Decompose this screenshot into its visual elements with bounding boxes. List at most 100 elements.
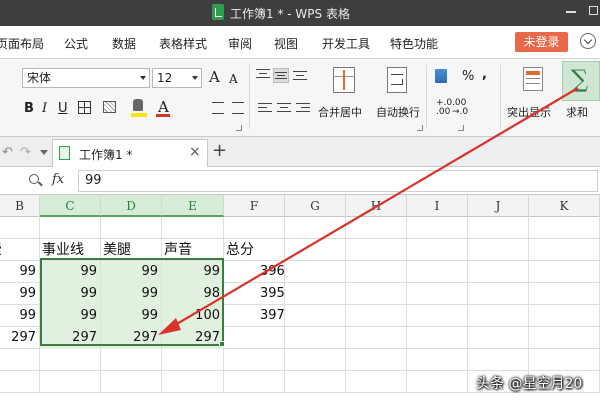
number-format-icon[interactable] [435,69,447,83]
cell[interactable]: 98 [162,283,224,305]
column-header-i[interactable]: I [407,195,468,217]
sum-label[interactable]: 求和 [566,104,588,120]
cell[interactable] [407,371,468,393]
cell[interactable] [529,283,600,305]
tab-list-chevron-icon[interactable] [40,150,48,155]
cell[interactable] [529,261,600,283]
font-dialog-launcher-icon[interactable] [236,125,242,131]
conditional-format-icon[interactable] [523,67,543,91]
menu-data[interactable]: 数据 [112,35,136,52]
insert-function-icon[interactable]: fx [52,172,64,187]
decrease-decimal-button[interactable]: .00 →.0 [452,99,468,117]
cell[interactable] [529,305,600,327]
cell[interactable] [285,349,346,371]
cell[interactable] [285,239,346,261]
cell[interactable] [468,217,529,239]
cell[interactable]: 99 [40,261,101,283]
indent-icon[interactable] [212,102,224,114]
wrap-text-icon[interactable] [387,67,407,93]
cell[interactable] [346,261,407,283]
cell[interactable] [468,349,529,371]
cell[interactable]: 395 [224,283,285,305]
cell[interactable] [224,371,285,393]
menu-formulas[interactable]: 公式 [64,35,88,52]
cell[interactable] [346,305,407,327]
new-tab-icon[interactable]: + [212,140,227,161]
cell[interactable] [407,217,468,239]
header-cell-e[interactable]: 声音 [162,239,224,261]
cell[interactable] [346,217,407,239]
cell[interactable]: 99 [101,283,162,305]
align-middle-icon[interactable] [273,68,289,83]
cell[interactable] [346,349,407,371]
grow-font-button[interactable]: A [209,69,220,85]
cell[interactable] [346,371,407,393]
cell[interactable] [162,371,224,393]
menu-page-layout[interactable]: 页面布局 [0,35,44,52]
outdent-icon[interactable] [232,102,244,114]
cell[interactable] [285,305,346,327]
cell[interactable] [224,349,285,371]
increase-decimal-button[interactable]: +.0.00 [436,99,452,117]
column-header-h[interactable]: H [346,195,407,217]
cell[interactable] [40,217,101,239]
cell[interactable]: 297 [0,327,40,349]
menu-table-style[interactable]: 表格样式 [159,35,207,52]
cell[interactable] [40,371,101,393]
cell[interactable] [529,349,600,371]
align-right-icon[interactable] [296,103,310,115]
font-size-select[interactable]: 12 [152,68,202,88]
tab-workbook1[interactable]: 工作簿1 * × [52,139,208,167]
comma-button[interactable]: , [482,67,487,83]
menu-special-features[interactable]: 特色功能 [390,35,438,52]
cell[interactable]: 297 [162,327,224,349]
alignment-dialog-launcher-icon[interactable] [417,125,423,131]
column-header-g[interactable]: G [285,195,346,217]
column-header-d[interactable]: D [101,195,162,217]
cell[interactable] [101,349,162,371]
autosum-button[interactable]: ∑ [562,61,600,101]
column-header-j[interactable]: J [468,195,529,217]
align-bottom-icon[interactable] [293,71,307,83]
cell[interactable] [224,217,285,239]
undo-icon[interactable]: ↶ [2,145,13,160]
cell[interactable] [162,217,224,239]
column-header-c[interactable]: C [40,195,101,217]
cell[interactable] [285,217,346,239]
cell[interactable] [0,217,40,239]
formula-input[interactable]: 99 [78,170,598,192]
cell[interactable]: 100 [162,305,224,327]
cell[interactable] [285,371,346,393]
login-button[interactable]: 未登录 [515,32,568,52]
column-header-b[interactable]: B [0,195,40,217]
cell[interactable]: 99 [40,283,101,305]
cell[interactable] [468,261,529,283]
wrap-text-label[interactable]: 自动换行 [376,104,420,120]
border-icon[interactable] [78,101,91,114]
bold-button[interactable]: B [24,101,34,117]
cell[interactable]: 396 [224,261,285,283]
cell[interactable] [101,217,162,239]
font-color-button[interactable]: A [158,99,169,115]
cell[interactable]: 99 [0,261,40,283]
column-header-k[interactable]: K [529,195,600,217]
cell[interactable] [468,239,529,261]
close-icon[interactable]: × [189,144,201,160]
cell[interactable] [346,327,407,349]
cell[interactable] [529,327,600,349]
cell[interactable] [162,349,224,371]
menu-developer[interactable]: 开发工具 [322,35,370,52]
cell[interactable] [468,305,529,327]
shrink-font-button[interactable]: A [229,71,238,87]
number-dialog-launcher-icon[interactable] [458,125,464,131]
cell[interactable]: 99 [40,305,101,327]
header-cell-d[interactable]: 美腿 [101,239,162,261]
align-left-icon[interactable] [258,103,272,115]
font-name-select[interactable]: 宋体 [22,68,150,88]
cell[interactable] [407,327,468,349]
merge-center-icon[interactable] [333,67,355,93]
highlight-icon[interactable] [133,99,143,111]
merge-center-label[interactable]: 合并居中 [318,104,362,120]
underline-button[interactable]: U [58,101,68,117]
cell[interactable]: 297 [101,327,162,349]
